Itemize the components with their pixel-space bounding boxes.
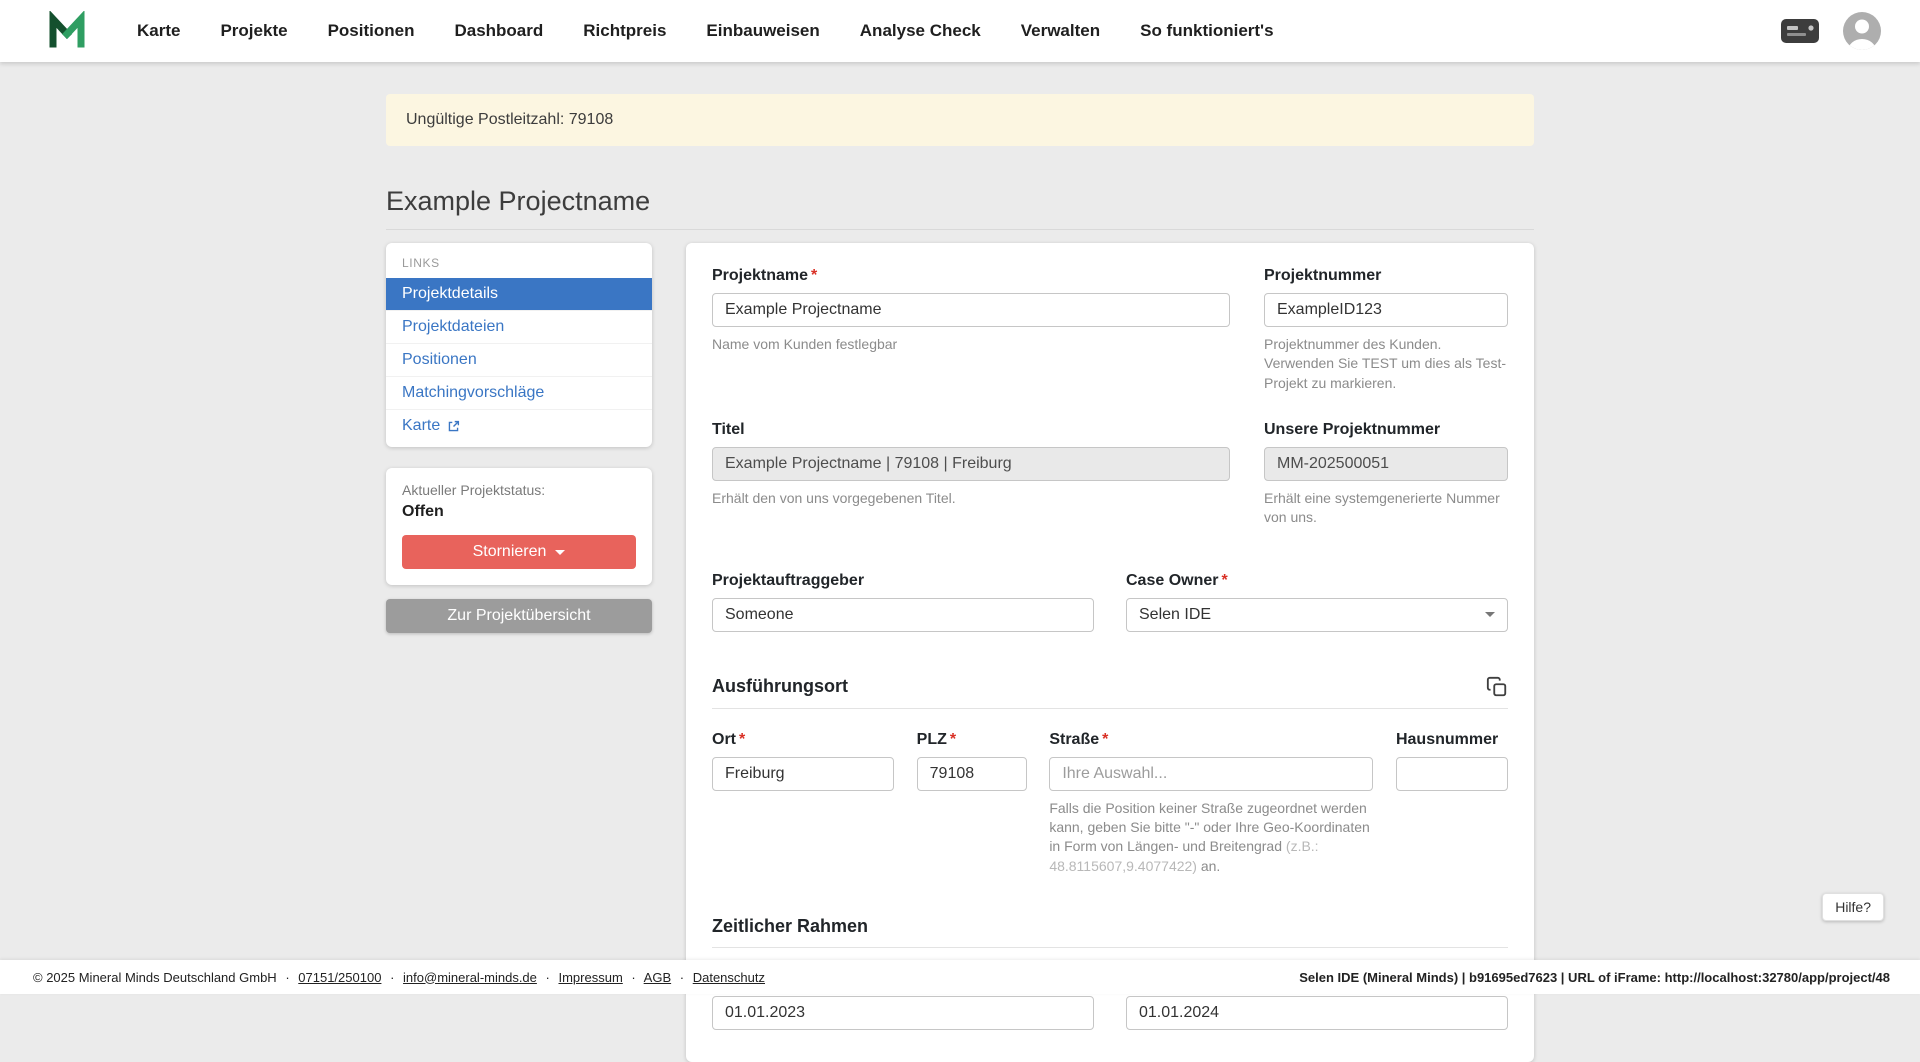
mineral-minds-logo[interactable] — [47, 11, 87, 51]
footer-separator: · — [631, 970, 635, 985]
sidebar-item-projektdateien[interactable]: Projektdateien — [386, 310, 652, 343]
logo-m-icon — [47, 11, 87, 51]
footer-separator: · — [680, 970, 684, 985]
sidebar-item-karte[interactable]: Karte — [386, 409, 652, 442]
footer-link-email[interactable]: info@mineral-minds.de — [403, 970, 537, 985]
footer-copyright: © 2025 Mineral Minds Deutschland GmbH — [33, 970, 277, 985]
sidebar: LINKS Projektdetails Projektdateien Posi… — [386, 243, 652, 633]
nav-item-karte[interactable]: Karte — [137, 21, 180, 41]
required-asterisk: * — [1102, 731, 1108, 748]
enddatum-input[interactable] — [1126, 996, 1508, 1030]
projektuebersicht-button[interactable]: Zur Projektübersicht — [386, 599, 652, 633]
required-asterisk: * — [950, 731, 956, 748]
projektauftraggeber-label: Projektauftraggeber — [712, 572, 1094, 590]
case-owner-select[interactable]: Selen IDE — [1126, 598, 1508, 632]
required-asterisk: * — [739, 731, 745, 748]
sidebar-item-positionen[interactable]: Positionen — [386, 343, 652, 376]
sidebar-item-projektdetails[interactable]: Projektdetails — [386, 278, 652, 310]
top-navbar: Karte Projekte Positionen Dashboard Rich… — [0, 0, 1920, 62]
footer-separator: · — [285, 970, 289, 985]
required-asterisk: * — [811, 267, 817, 284]
case-owner-selected-value: Selen IDE — [1139, 606, 1211, 624]
projektname-helper: Name vom Kunden festlegbar — [712, 335, 1230, 354]
unsere-projektnummer-input — [1264, 447, 1508, 481]
sidebar-item-label: Matchingvorschläge — [402, 384, 544, 402]
footer: © 2025 Mineral Minds Deutschland GmbH · … — [0, 960, 1920, 994]
page-content: Ungültige Postleitzahl: 79108 Example Pr… — [386, 94, 1534, 1062]
navbar-right — [1780, 11, 1882, 51]
status-label: Aktueller Projektstatus: — [402, 482, 636, 498]
external-link-icon — [447, 420, 460, 433]
links-card: LINKS Projektdetails Projektdateien Posi… — [386, 243, 652, 447]
ort-label: Ort* — [712, 731, 894, 749]
sidebar-item-matchingvorschlaege[interactable]: Matchingvorschläge — [386, 376, 652, 409]
title-divider — [386, 229, 1534, 230]
footer-separator: · — [390, 970, 394, 985]
copy-icon[interactable] — [1486, 676, 1508, 698]
projektname-input[interactable] — [712, 293, 1230, 327]
chevron-down-icon — [1485, 612, 1495, 617]
footer-separator: · — [546, 970, 550, 985]
nav-item-richtpreis[interactable]: Richtpreis — [583, 21, 666, 41]
required-asterisk: * — [1221, 572, 1227, 589]
warning-alert: Ungültige Postleitzahl: 79108 — [386, 94, 1534, 146]
sidebar-item-label: Karte — [402, 417, 440, 435]
projektname-label: Projektname* — [712, 267, 1230, 285]
footer-link-impressum[interactable]: Impressum — [558, 970, 622, 985]
sidebar-item-label: Positionen — [402, 351, 477, 369]
nav-item-so-funktionierts[interactable]: So funktioniert's — [1140, 21, 1273, 41]
nav-item-positionen[interactable]: Positionen — [328, 21, 415, 41]
section-divider — [712, 947, 1508, 948]
unsere-projektnummer-label: Unsere Projektnummer — [1264, 421, 1508, 439]
section-divider — [712, 708, 1508, 709]
titel-label: Titel — [712, 421, 1230, 439]
nav-item-einbauweisen[interactable]: Einbauweisen — [706, 21, 819, 41]
footer-link-agb[interactable]: AGB — [644, 970, 671, 985]
projektnummer-input[interactable] — [1264, 293, 1508, 327]
case-owner-label: Case Owner* — [1126, 572, 1508, 590]
hausnummer-input[interactable] — [1396, 757, 1508, 791]
caret-down-icon — [555, 550, 565, 555]
unsere-projektnummer-helper: Erhält eine systemgenerierte Nummer von … — [1264, 489, 1508, 528]
titel-helper: Erhält den von uns vorgegebenen Titel. — [712, 489, 1230, 508]
nav-item-projekte[interactable]: Projekte — [220, 21, 287, 41]
nav-item-dashboard[interactable]: Dashboard — [454, 21, 543, 41]
hausnummer-label: Hausnummer — [1396, 731, 1508, 749]
keyboard-icon[interactable] — [1780, 18, 1820, 44]
status-value: Offen — [402, 503, 636, 521]
footer-link-phone[interactable]: 07151/250100 — [298, 970, 381, 985]
sidebar-item-label: Projektdateien — [402, 318, 504, 336]
status-card: Aktueller Projektstatus: Offen Storniere… — [386, 468, 652, 585]
main-nav: Karte Projekte Positionen Dashboard Rich… — [137, 21, 1274, 41]
help-button[interactable]: Hilfe? — [1822, 893, 1884, 921]
footer-left: © 2025 Mineral Minds Deutschland GmbH · … — [33, 970, 765, 985]
startdatum-input[interactable] — [712, 996, 1094, 1030]
footer-link-datenschutz[interactable]: Datenschutz — [693, 970, 765, 985]
footer-session-info: Selen IDE (Mineral Minds) | b91695ed7623… — [1299, 970, 1890, 985]
user-avatar-icon[interactable] — [1842, 11, 1882, 51]
zeitlicher-rahmen-heading: Zeitlicher Rahmen — [712, 916, 868, 937]
plz-label: PLZ* — [917, 731, 1027, 749]
plz-input[interactable] — [917, 757, 1027, 791]
titel-input — [712, 447, 1230, 481]
sidebar-item-label: Projektdetails — [402, 285, 498, 303]
projektnummer-helper: Projektnummer des Kunden. Verwenden Sie … — [1264, 335, 1508, 393]
stornieren-button-label: Stornieren — [473, 543, 547, 561]
ort-input[interactable] — [712, 757, 894, 791]
projektnummer-label: Projektnummer — [1264, 267, 1508, 285]
ausfuehrungsort-heading: Ausführungsort — [712, 676, 848, 697]
strasse-label: Straße* — [1049, 731, 1373, 749]
strasse-input[interactable] — [1049, 757, 1373, 791]
page-title: Example Projectname — [386, 186, 1534, 217]
projektauftraggeber-input[interactable] — [712, 598, 1094, 632]
nav-item-analyse-check[interactable]: Analyse Check — [860, 21, 981, 41]
strasse-helper: Falls die Position keiner Straße zugeord… — [1049, 799, 1373, 876]
project-form-card: Projektname* Name vom Kunden festlegbar … — [686, 243, 1534, 1062]
links-heading: LINKS — [386, 243, 652, 278]
stornieren-button[interactable]: Stornieren — [402, 535, 636, 569]
nav-item-verwalten[interactable]: Verwalten — [1021, 21, 1100, 41]
